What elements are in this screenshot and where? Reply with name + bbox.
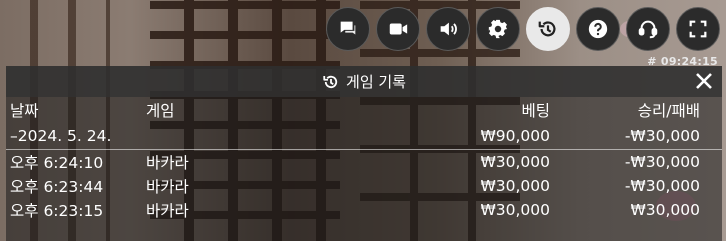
help-icon xyxy=(588,19,608,39)
row-game: 바카라 xyxy=(146,178,189,196)
history-button[interactable] xyxy=(526,7,570,51)
row-result: ₩30,000 xyxy=(630,201,700,219)
column-date: 날짜 xyxy=(10,102,39,120)
row-result: -₩30,000 xyxy=(624,153,700,171)
help-button[interactable] xyxy=(576,7,620,51)
top-toolbar xyxy=(326,7,720,51)
settings-button[interactable] xyxy=(476,7,520,51)
summary-result: -₩30,000 xyxy=(624,127,700,145)
fullscreen-button[interactable] xyxy=(676,7,720,51)
history-icon xyxy=(538,21,556,37)
row-bet: ₩30,000 xyxy=(480,177,550,195)
table-header: 날짜 게임 베팅 승리/패배 xyxy=(6,97,722,123)
table-row[interactable]: 오후 6:23:15 바카라 ₩30,000 ₩30,000 xyxy=(6,198,722,222)
row-time: 오후 6:23:15 xyxy=(10,202,104,220)
row-game: 바카라 xyxy=(146,202,189,220)
volume-button[interactable] xyxy=(426,7,470,51)
support-button[interactable] xyxy=(626,7,670,51)
column-bet: 베팅 xyxy=(521,102,550,120)
chat-button[interactable] xyxy=(326,7,370,51)
row-time: 오후 6:24:10 xyxy=(10,154,104,172)
column-result: 승리/패배 xyxy=(637,102,700,120)
row-time: 오후 6:23:44 xyxy=(10,178,104,196)
row-game: 바카라 xyxy=(146,154,189,172)
chat-icon xyxy=(340,21,356,35)
panel-title: 게임 기록 xyxy=(346,73,406,91)
row-result: -₩30,000 xyxy=(624,177,700,195)
row-bet: ₩30,000 xyxy=(480,201,550,219)
volume-icon xyxy=(440,22,457,36)
column-game: 게임 xyxy=(146,102,175,120)
day-summary-row[interactable]: –2024. 5. 24. ₩90,000 -₩30,000 xyxy=(6,123,722,150)
row-bet: ₩30,000 xyxy=(480,153,550,171)
table-row[interactable]: 오후 6:23:44 바카라 ₩30,000 -₩30,000 xyxy=(6,174,722,198)
gear-icon xyxy=(488,19,508,39)
table-row[interactable]: 오후 6:24:10 바카라 ₩30,000 -₩30,000 xyxy=(6,150,722,174)
history-icon xyxy=(323,75,338,88)
summary-bet: ₩90,000 xyxy=(480,127,550,145)
summary-date: –2024. 5. 24. xyxy=(10,127,112,145)
close-icon[interactable] xyxy=(692,69,716,93)
panel-header: 게임 기록 xyxy=(6,66,722,97)
fullscreen-icon xyxy=(689,20,707,38)
video-icon xyxy=(389,23,408,35)
game-history-panel: 게임 기록 날짜 게임 베팅 승리/패배 –2024. 5. 24. ₩90,0… xyxy=(6,66,722,241)
video-button[interactable] xyxy=(376,7,420,51)
headset-icon xyxy=(638,20,658,39)
